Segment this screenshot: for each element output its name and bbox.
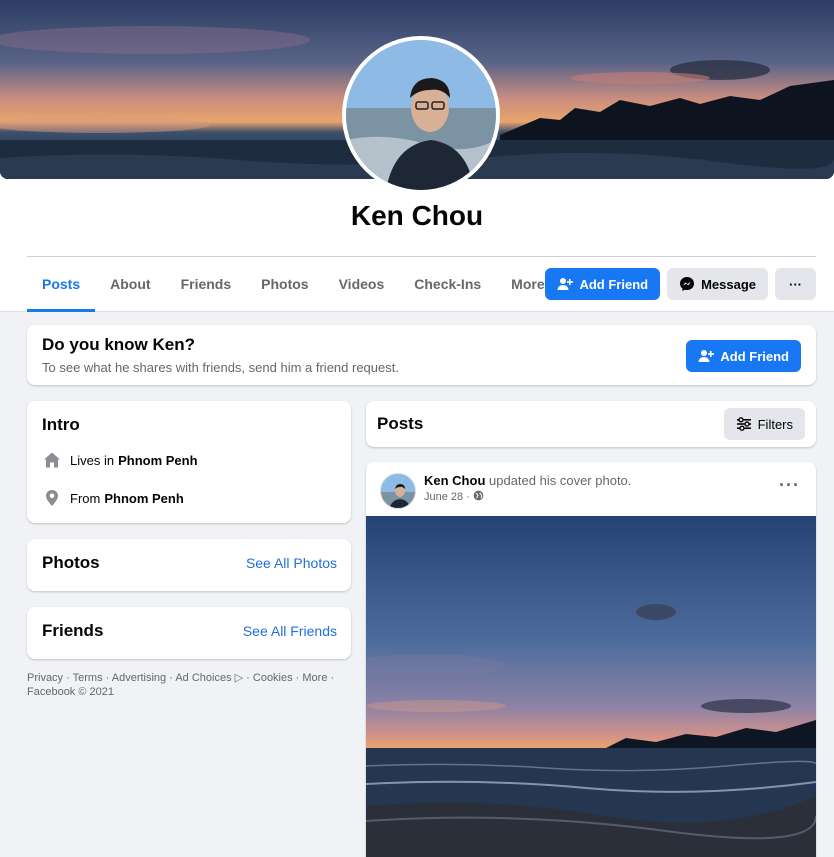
- location-pin-icon: [42, 489, 62, 507]
- profile-header: Ken Chou Posts About Friends Photos Vide…: [0, 0, 834, 312]
- post-meta: June 28 ·: [424, 490, 484, 504]
- friends-card: Friends See All Friends: [27, 607, 351, 659]
- add-friend-button[interactable]: Add Friend: [545, 268, 661, 300]
- posts-title: Posts: [377, 414, 424, 433]
- message-label: Message: [701, 276, 756, 292]
- messenger-icon: [679, 276, 695, 292]
- footer-line-2: Facebook © 2021: [27, 686, 114, 698]
- tab-check-ins[interactable]: Check-Ins: [399, 257, 496, 310]
- friends-title: Friends: [42, 621, 104, 640]
- intro-lives-prefix: Lives in: [70, 452, 115, 468]
- photos-card: Photos See All Photos: [27, 539, 351, 591]
- more-options-button[interactable]: ···: [775, 268, 816, 300]
- footer-line-1[interactable]: Privacy · Terms · Advertising · Ad Choic…: [27, 671, 337, 685]
- know-card-title: Do you know Ken?: [42, 335, 195, 354]
- tab-posts[interactable]: Posts: [27, 257, 96, 312]
- post-author-line: Ken Chou updated his cover photo.: [424, 473, 631, 488]
- posts-header: Posts Filters: [366, 401, 816, 447]
- post-options-button[interactable]: ···: [779, 476, 800, 494]
- post-photo-image: [366, 516, 816, 857]
- see-all-photos-link[interactable]: See All Photos: [246, 555, 337, 571]
- intro-from: From Phnom Penh: [42, 489, 184, 507]
- tab-about[interactable]: About: [95, 257, 165, 310]
- tab-friends[interactable]: Friends: [166, 257, 247, 310]
- filters-button[interactable]: Filters: [723, 408, 805, 440]
- post-author-name[interactable]: Ken Chou: [424, 473, 485, 488]
- intro-from-prefix: From: [70, 490, 101, 506]
- intro-from-place[interactable]: Phnom Penh: [104, 491, 183, 506]
- post-date[interactable]: June 28 ·: [424, 491, 470, 503]
- intro-card: Intro Lives in Phnom Penh From Phnom Pen…: [27, 401, 351, 523]
- add-friend-icon: [698, 348, 715, 364]
- know-card-subtitle: To see what he shares with friends, send…: [42, 360, 399, 375]
- add-friend-label: Add Friend: [579, 276, 649, 292]
- globe-icon: [473, 490, 484, 504]
- know-card-add-friend-button[interactable]: Add Friend: [686, 340, 801, 372]
- post-author-avatar[interactable]: [380, 473, 416, 509]
- tab-videos[interactable]: Videos: [324, 257, 400, 310]
- photos-title: Photos: [42, 553, 100, 572]
- profile-name: Ken Chou: [350, 200, 484, 231]
- tab-photos[interactable]: Photos: [246, 257, 323, 310]
- message-button[interactable]: Message: [667, 268, 768, 300]
- post-photo[interactable]: [366, 516, 816, 857]
- intro-lives-in: Lives in Phnom Penh: [42, 451, 198, 469]
- more-options-icon: ···: [789, 276, 802, 292]
- footer-links: Privacy · Terms · Advertising · Ad Choic…: [27, 671, 337, 699]
- intro-lives-place[interactable]: Phnom Penh: [118, 453, 197, 468]
- profile-actions: Add Friend Message ···: [545, 268, 816, 300]
- profile-tabs: Posts About Friends Photos Videos Check-…: [27, 257, 576, 312]
- post-author-avatar-image: [381, 474, 415, 508]
- post-card: Ken Chou updated his cover photo. June 2…: [366, 462, 816, 857]
- post-action: updated his cover photo.: [489, 473, 632, 488]
- tab-more-label: More: [511, 275, 545, 292]
- home-icon: [42, 451, 62, 469]
- intro-title: Intro: [42, 415, 80, 434]
- filters-icon: [736, 417, 752, 431]
- know-card: Do you know Ken? To see what he shares w…: [27, 325, 816, 385]
- filters-label: Filters: [757, 416, 793, 432]
- see-all-friends-link[interactable]: See All Friends: [243, 623, 337, 639]
- know-card-add-friend-label: Add Friend: [720, 348, 789, 364]
- add-friend-icon: [557, 276, 574, 292]
- profile-avatar[interactable]: [342, 36, 500, 194]
- profile-avatar-image: [346, 40, 496, 190]
